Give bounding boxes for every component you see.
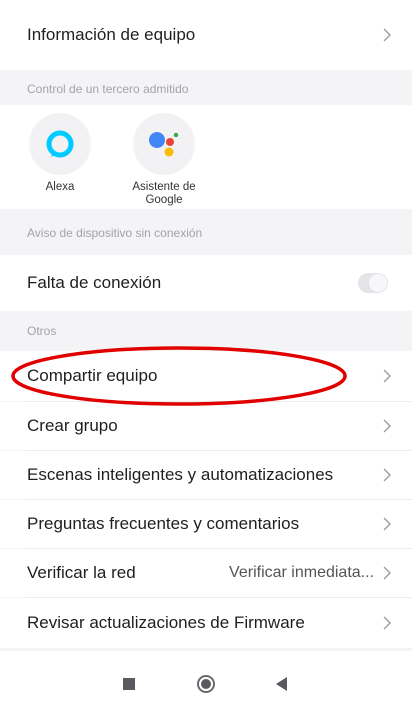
share-device-row[interactable]: Compartir equipo: [0, 351, 412, 401]
smart-scenes-row[interactable]: Escenas inteligentes y automatizaciones: [0, 451, 412, 499]
system-navigation-bar: [0, 651, 412, 713]
offline-toggle-label: Falta de conexión: [27, 273, 162, 292]
google-assistant-integration[interactable]: Asistente de Google: [124, 113, 204, 207]
chevron-right-icon: [380, 465, 394, 485]
faq-label: Preguntas frecuentes y comentarios: [27, 514, 300, 533]
chevron-right-icon: [380, 25, 394, 45]
section-header-third-party: Control de un tercero admitido: [0, 70, 412, 105]
device-info-row[interactable]: Información de equipo: [0, 0, 412, 70]
google-assistant-label: Asistente de Google: [132, 181, 196, 206]
device-info-label: Información de equipo: [27, 25, 196, 44]
check-network-row[interactable]: Verificar la red Verificar inmediata...: [0, 549, 412, 597]
share-device-label: Compartir equipo: [27, 366, 158, 385]
integrations-panel: Alexa Asistente de Google: [0, 105, 412, 209]
check-network-value: Verificar inmediata...: [229, 564, 374, 581]
chevron-right-icon: [380, 563, 394, 583]
offline-toggle-row: Falta de conexión: [0, 255, 412, 311]
chevron-right-icon: [380, 366, 394, 386]
create-group-row[interactable]: Crear grupo: [0, 402, 412, 450]
chevron-right-icon: [380, 514, 394, 534]
smart-scenes-label: Escenas inteligentes y automatizaciones: [27, 465, 334, 484]
chevron-right-icon: [380, 613, 394, 633]
offline-toggle-switch[interactable]: [358, 273, 388, 293]
toggle-knob: [369, 274, 387, 292]
circle-home-icon[interactable]: [191, 669, 221, 699]
firmware-update-row[interactable]: Revisar actualizaciones de Firmware: [0, 598, 412, 648]
alexa-integration[interactable]: Alexa: [20, 113, 100, 194]
square-icon[interactable]: [114, 669, 144, 699]
create-group-label: Crear grupo: [27, 416, 118, 435]
section-header-offline-notice: Aviso de dispositivo sin conexión: [0, 209, 412, 255]
section-header-others: Otros: [0, 311, 412, 351]
faq-row[interactable]: Preguntas frecuentes y comentarios: [0, 500, 412, 548]
chevron-right-icon: [380, 416, 394, 436]
firmware-update-label: Revisar actualizaciones de Firmware: [27, 613, 305, 632]
google-assistant-icon: [133, 113, 195, 175]
back-triangle-icon[interactable]: [267, 669, 297, 699]
alexa-icon: [29, 113, 91, 175]
alexa-label: Alexa: [45, 181, 75, 193]
check-network-label: Verificar la red: [27, 563, 136, 582]
